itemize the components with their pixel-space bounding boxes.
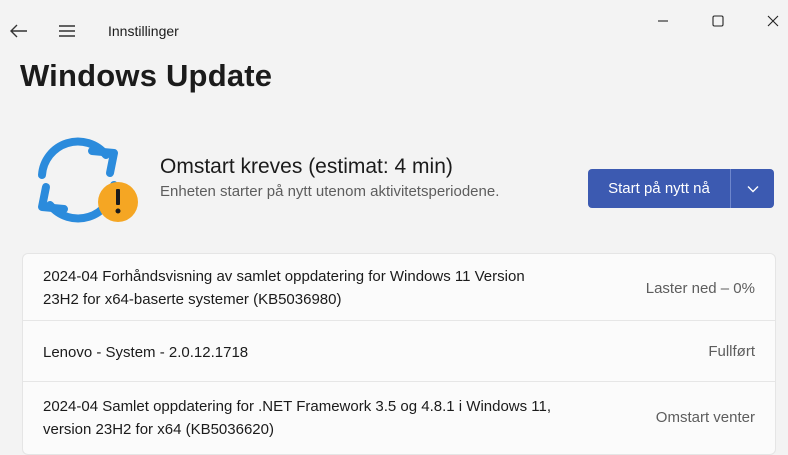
update-name-line2: version 23H2 for x64 (KB5036620) (43, 421, 274, 438)
minimize-icon[interactable] (648, 8, 678, 34)
update-name-line1: Lenovo - System - 2.0.12.1718 (43, 344, 249, 361)
update-name-line1: 2024-04 Samlet oppdatering for .NET Fram… (43, 398, 552, 415)
update-name-line1: 2024-04 Forhåndsvisning av samlet oppdat… (43, 268, 525, 285)
app-title: Innstillinger (108, 23, 179, 39)
restart-options-dropdown[interactable] (731, 169, 774, 208)
update-status: Fullført (708, 343, 755, 360)
back-arrow-icon[interactable] (6, 18, 32, 44)
update-name-line2: 23H2 for x64-baserte systemer (KB5036980… (43, 291, 342, 308)
maximize-icon[interactable] (703, 8, 733, 34)
update-name: 2024-04 Forhåndsvisning av samlet oppdat… (43, 265, 603, 311)
status-subtitle: Enheten starter på nytt utenom aktivitet… (160, 183, 500, 200)
update-row: 2024-04 Samlet oppdatering for .NET Fram… (23, 382, 775, 452)
hamburger-menu-icon[interactable] (54, 18, 80, 44)
update-list: 2024-04 Forhåndsvisning av samlet oppdat… (22, 253, 776, 455)
status-title: Omstart kreves (estimat: 4 min) (160, 155, 453, 178)
update-row: 2024-04 Forhåndsvisning av samlet oppdat… (23, 254, 775, 321)
update-name: Lenovo - System - 2.0.12.1718 (43, 341, 603, 364)
update-sync-warning-icon (30, 133, 140, 225)
chevron-down-icon (747, 185, 758, 192)
update-name: 2024-04 Samlet oppdatering for .NET Fram… (43, 395, 603, 441)
title-bar: Innstillinger (0, 0, 788, 46)
restart-now-button[interactable]: Start på nytt nå (588, 169, 731, 208)
update-status: Laster ned – 0% (645, 280, 755, 297)
page-title: Windows Update (20, 58, 273, 93)
restart-split-button: Start på nytt nå (588, 169, 774, 208)
close-icon[interactable] (758, 8, 788, 34)
update-status: Omstart venter (655, 409, 755, 426)
update-row: Lenovo - System - 2.0.12.1718 Fullført (23, 321, 775, 382)
